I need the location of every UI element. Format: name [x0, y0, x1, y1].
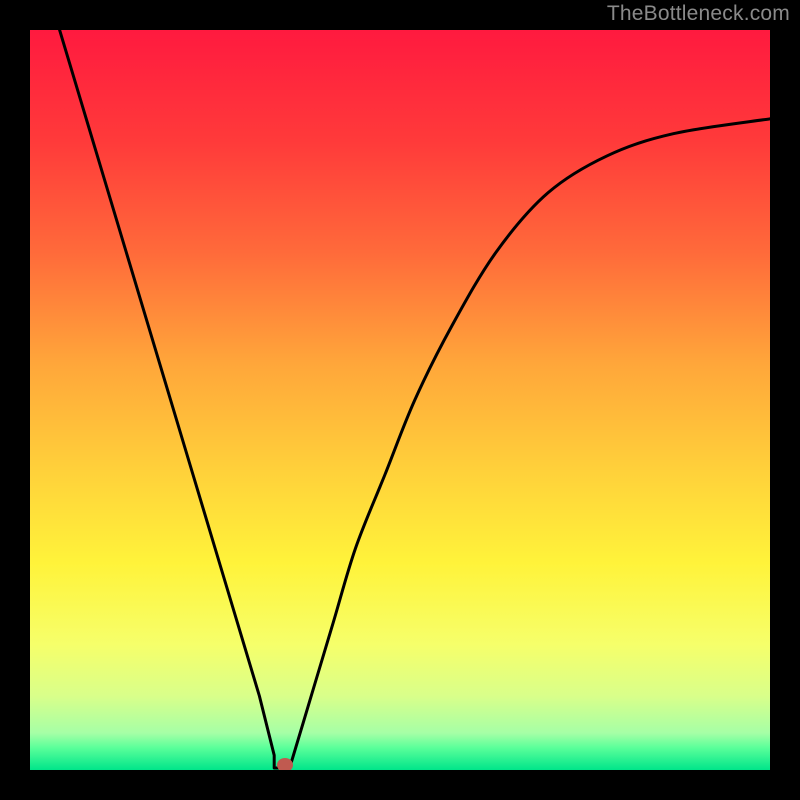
curve-layer — [30, 30, 770, 770]
min-marker-dot — [277, 758, 293, 770]
chart-stage: TheBottleneck.com — [0, 0, 800, 800]
plot-area — [30, 30, 770, 770]
bottleneck-curve — [60, 30, 770, 770]
watermark-text: TheBottleneck.com — [607, 2, 790, 26]
